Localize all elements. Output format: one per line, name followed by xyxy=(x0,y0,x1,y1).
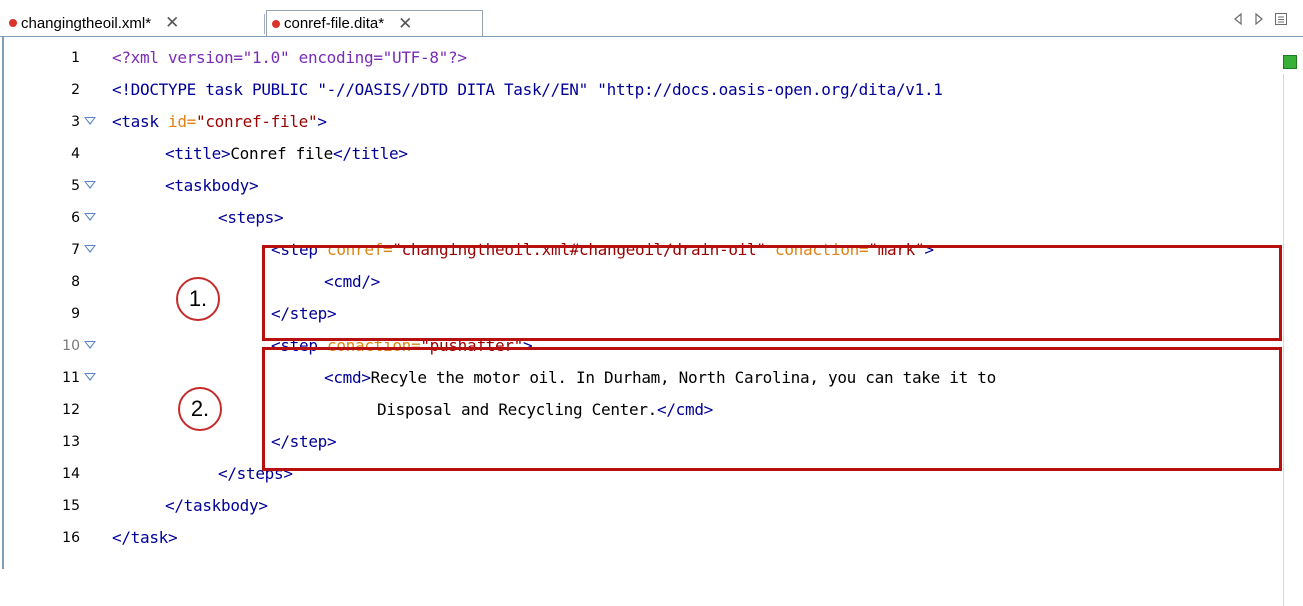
code-token: <title> xyxy=(165,144,231,163)
close-icon[interactable]: ✕ xyxy=(165,13,179,33)
line-number: 14 xyxy=(62,466,80,482)
code-token: </title> xyxy=(333,144,408,163)
code-text: <taskbody> xyxy=(165,170,259,202)
line-number: 7 xyxy=(71,242,80,258)
code-line[interactable]: 1 <?xml version="1.0" encoding="UTF-8"?> xyxy=(4,42,1284,74)
code-text: <title>Conref file</title> xyxy=(165,138,408,170)
right-arrow-icon[interactable] xyxy=(1253,12,1265,26)
fold-toggle-icon[interactable] xyxy=(84,245,96,253)
code-token: </taskbody> xyxy=(165,496,268,515)
code-token: > xyxy=(317,112,327,131)
editor-tab-bar: changingtheoil.xml* ✕ conref-file.dita* … xyxy=(0,0,1303,38)
tab-label: conref-file.dita* xyxy=(284,15,385,32)
line-number: 6 xyxy=(71,210,80,226)
tab-separator xyxy=(264,14,265,34)
left-arrow-icon[interactable] xyxy=(1232,12,1244,26)
list-icon[interactable] xyxy=(1274,12,1288,26)
callout-number-2: 2. xyxy=(178,387,222,431)
line-number: 5 xyxy=(71,178,80,194)
code-token: <taskbody> xyxy=(165,176,259,195)
fold-toggle-icon[interactable] xyxy=(84,117,96,125)
tab-conref-file[interactable]: conref-file.dita* ✕ xyxy=(266,10,483,36)
line-number: 13 xyxy=(62,434,80,450)
line-number: 4 xyxy=(71,146,80,162)
line-number: 16 xyxy=(62,530,80,546)
close-icon[interactable]: ✕ xyxy=(398,14,412,34)
code-line[interactable]: 15 </taskbody> xyxy=(4,490,1284,522)
line-number: 8 xyxy=(71,274,80,290)
callout-box-2 xyxy=(262,347,1282,471)
line-number: 10 xyxy=(62,338,80,354)
line-number: 2 xyxy=(71,82,80,98)
line-number: 1 xyxy=(71,50,80,66)
overview-ruler-edge xyxy=(1283,74,1284,606)
code-text: <?xml version="1.0" encoding="UTF-8"?> xyxy=(112,42,467,74)
code-token: Conref file xyxy=(230,144,334,163)
line-number: 12 xyxy=(62,402,80,418)
modified-dot-icon xyxy=(9,19,17,27)
line-number: 11 xyxy=(62,370,80,386)
code-token: id= xyxy=(168,112,196,131)
code-token: <steps> xyxy=(218,208,284,227)
modified-dot-icon xyxy=(272,19,280,28)
code-token: <?xml version="1.0" encoding="UTF-8"?> xyxy=(112,48,467,67)
line-number: 3 xyxy=(71,114,80,130)
code-token: "conref-file" xyxy=(196,112,318,131)
fold-toggle-icon[interactable] xyxy=(84,373,96,381)
tab-label: changingtheoil.xml* xyxy=(21,14,152,32)
code-text: </task> xyxy=(112,522,178,554)
code-line[interactable]: 2 <!DOCTYPE task PUBLIC "-//OASIS//DTD DI… xyxy=(4,74,1284,106)
code-line[interactable]: 5 <taskbody> xyxy=(4,170,1284,202)
code-text: <task id="conref-file"> xyxy=(112,106,327,138)
line-number: 15 xyxy=(62,498,80,514)
code-text: </taskbody> xyxy=(165,490,268,522)
xml-editor[interactable]: 1 <?xml version="1.0" encoding="UTF-8"?> 2… xyxy=(2,37,1303,606)
status-ok-marker xyxy=(1283,55,1297,69)
code-token: <!DOCTYPE task PUBLIC "-//OASIS//DTD DIT… xyxy=(112,80,943,99)
fold-toggle-icon[interactable] xyxy=(84,213,96,221)
code-token: <task xyxy=(112,112,168,131)
fold-toggle-icon[interactable] xyxy=(84,181,96,189)
callout-box-1 xyxy=(262,245,1282,341)
code-text: <steps> xyxy=(218,202,284,234)
code-line[interactable]: 4 <title>Conref file</title> xyxy=(4,138,1284,170)
code-line[interactable]: 6 <steps> xyxy=(4,202,1284,234)
tab-changingtheoil[interactable]: changingtheoil.xml* ✕ xyxy=(2,10,264,36)
code-text: <!DOCTYPE task PUBLIC "-//OASIS//DTD DIT… xyxy=(112,74,943,106)
fold-toggle-icon[interactable] xyxy=(84,341,96,349)
code-line[interactable]: 3 <task id="conref-file"> xyxy=(4,106,1284,138)
code-line[interactable]: 16 </task> xyxy=(4,522,1284,554)
code-token: </task> xyxy=(112,528,178,547)
callout-number-1: 1. xyxy=(176,277,220,321)
line-number: 9 xyxy=(71,306,80,322)
